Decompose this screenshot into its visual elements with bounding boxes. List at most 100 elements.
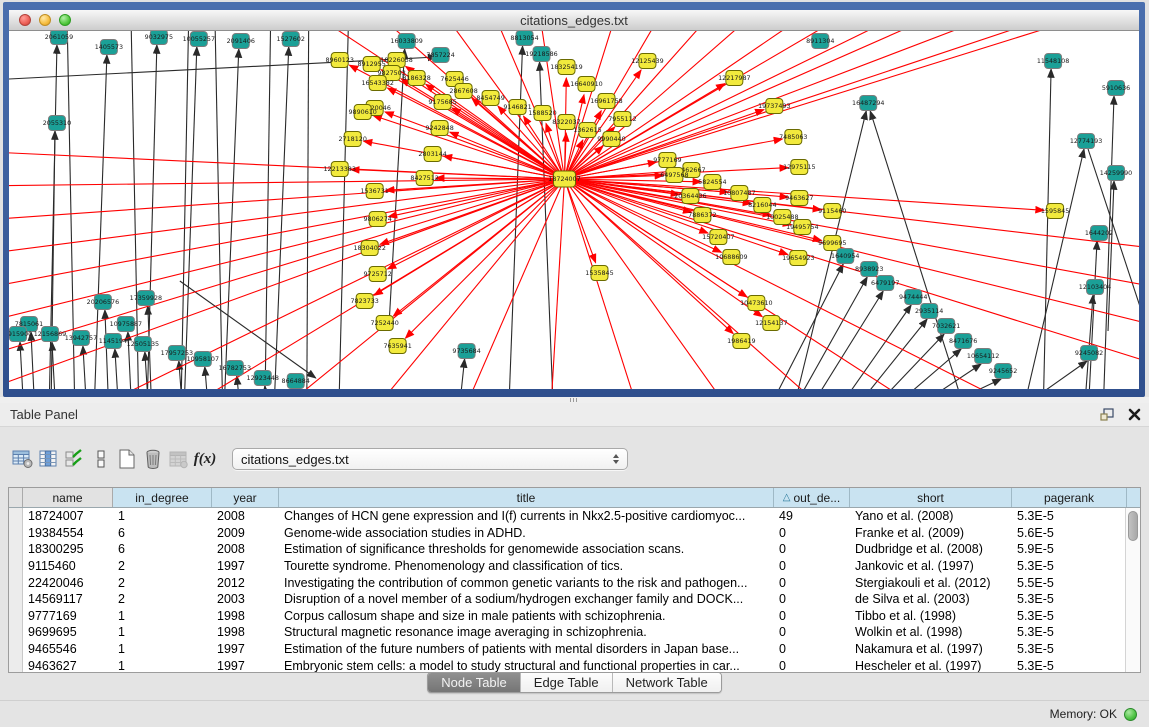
cell-year[interactable]: 2009: [212, 525, 279, 542]
cell-short[interactable]: Stergiakouli et al. (2012): [850, 574, 1012, 591]
column-header-short[interactable]: short: [850, 488, 1012, 507]
cell-name[interactable]: 22420046: [23, 574, 113, 591]
cell-out_de...[interactable]: 0: [774, 608, 850, 625]
show-columns-icon[interactable]: [36, 447, 62, 471]
cell-pagerank[interactable]: 5.3E-5: [1012, 641, 1125, 658]
row-gutter[interactable]: [9, 657, 23, 673]
table-row[interactable]: 1830029562008Estimation of significance …: [9, 541, 1125, 558]
cell-short[interactable]: Nakamura et al. (1997): [850, 641, 1012, 658]
cell-name[interactable]: 19384554: [23, 525, 113, 542]
cell-pagerank[interactable]: 5.3E-5: [1012, 608, 1125, 625]
cell-in_degree[interactable]: 1: [113, 508, 212, 525]
column-header-out_de...[interactable]: △out_de...: [774, 488, 850, 507]
cell-out_de...[interactable]: 0: [774, 657, 850, 673]
cell-out_de...[interactable]: 0: [774, 591, 850, 608]
cell-short[interactable]: Dudbridge et al. (2008): [850, 541, 1012, 558]
cell-pagerank[interactable]: 5.6E-5: [1012, 525, 1125, 542]
cell-year[interactable]: 1997: [212, 641, 279, 658]
cell-name[interactable]: 9699695: [23, 624, 113, 641]
cell-in_degree[interactable]: 1: [113, 608, 212, 625]
cell-pagerank[interactable]: 5.3E-5: [1012, 624, 1125, 641]
cell-year[interactable]: 1997: [212, 657, 279, 673]
cell-short[interactable]: Jankovic et al. (1997): [850, 558, 1012, 575]
column-header-pagerank[interactable]: pagerank: [1012, 488, 1127, 507]
cell-in_degree[interactable]: 6: [113, 541, 212, 558]
row-gutter[interactable]: [9, 574, 23, 591]
cell-year[interactable]: 2008: [212, 508, 279, 525]
table-row[interactable]: 2242004622012Investigating the contribut…: [9, 574, 1125, 591]
table-row[interactable]: 946554611997Estimation of the future num…: [9, 641, 1125, 658]
table-row[interactable]: 946362711997Embryonic stem cells: a mode…: [9, 657, 1125, 673]
table-selector-dropdown[interactable]: citations_edges.txt: [232, 448, 628, 470]
cell-pagerank[interactable]: 5.9E-5: [1012, 541, 1125, 558]
cell-pagerank[interactable]: 5.5E-5: [1012, 574, 1125, 591]
cell-in_degree[interactable]: 2: [113, 591, 212, 608]
network-window[interactable]: citations_edges.txt 18724007896012389129…: [3, 2, 1145, 397]
row-gutter[interactable]: [9, 591, 23, 608]
cell-title[interactable]: Disruption of a novel member of a sodium…: [279, 591, 774, 608]
cell-pagerank[interactable]: 5.3E-5: [1012, 558, 1125, 575]
cell-title[interactable]: Tourette syndrome. Phenomenology and cla…: [279, 558, 774, 575]
cell-short[interactable]: Tibbo et al. (1998): [850, 608, 1012, 625]
cell-name[interactable]: 18724007: [23, 508, 113, 525]
column-header-title[interactable]: title: [279, 488, 774, 507]
cell-out_de...[interactable]: 0: [774, 541, 850, 558]
close-panel-icon[interactable]: [1128, 408, 1141, 421]
cell-name[interactable]: 14569117: [23, 591, 113, 608]
cell-short[interactable]: de Silva et al. (2003): [850, 591, 1012, 608]
cell-title[interactable]: Structural magnetic resonance image aver…: [279, 624, 774, 641]
cell-in_degree[interactable]: 6: [113, 525, 212, 542]
cell-name[interactable]: 9115460: [23, 558, 113, 575]
table-row[interactable]: 969969511998Structural magnetic resonanc…: [9, 624, 1125, 641]
cell-title[interactable]: Embryonic stem cells: a model to study s…: [279, 657, 774, 673]
cell-short[interactable]: Franke et al. (2009): [850, 525, 1012, 542]
row-gutter[interactable]: [9, 558, 23, 575]
cell-out_de...[interactable]: 0: [774, 574, 850, 591]
cell-title[interactable]: Changes of HCN gene expression and I(f) …: [279, 508, 774, 525]
cell-out_de...[interactable]: 0: [774, 525, 850, 542]
row-gutter[interactable]: [9, 608, 23, 625]
cell-out_de...[interactable]: 0: [774, 641, 850, 658]
cell-year[interactable]: 2003: [212, 591, 279, 608]
row-gutter[interactable]: [9, 641, 23, 658]
tab-network-table[interactable]: Network Table: [613, 673, 721, 692]
cell-year[interactable]: 2012: [212, 574, 279, 591]
create-column-icon[interactable]: [114, 447, 140, 471]
table-vertical-scrollbar[interactable]: [1125, 508, 1140, 673]
cell-out_de...[interactable]: 0: [774, 558, 850, 575]
cell-in_degree[interactable]: 1: [113, 657, 212, 673]
cell-pagerank[interactable]: 5.3E-5: [1012, 657, 1125, 673]
cell-year[interactable]: 2008: [212, 541, 279, 558]
select-columns-icon[interactable]: [62, 447, 88, 471]
float-panel-icon[interactable]: [1100, 408, 1116, 422]
tab-node-table[interactable]: Node Table: [428, 673, 521, 692]
column-header-in_degree[interactable]: in_degree: [113, 488, 212, 507]
cell-pagerank[interactable]: 5.3E-5: [1012, 591, 1125, 608]
cell-pagerank[interactable]: 5.3E-5: [1012, 508, 1125, 525]
cell-in_degree[interactable]: 1: [113, 624, 212, 641]
table-row[interactable]: 977716911998Corpus callosum shape and si…: [9, 608, 1125, 625]
scrollbar-thumb[interactable]: [1128, 511, 1138, 541]
cell-title[interactable]: Corpus callosum shape and size in male p…: [279, 608, 774, 625]
row-gutter[interactable]: [9, 541, 23, 558]
delete-column-icon[interactable]: [140, 447, 166, 471]
table-mode-icon[interactable]: [10, 447, 36, 471]
table-row[interactable]: 1456911722003Disruption of a novel membe…: [9, 591, 1125, 608]
cell-name[interactable]: 9465546: [23, 641, 113, 658]
cell-short[interactable]: Wolkin et al. (1998): [850, 624, 1012, 641]
cell-in_degree[interactable]: 2: [113, 558, 212, 575]
network-window-titlebar[interactable]: citations_edges.txt: [9, 10, 1139, 31]
table-row[interactable]: 1938455462009Genome-wide association stu…: [9, 525, 1125, 542]
cell-title[interactable]: Estimation of significance thresholds fo…: [279, 541, 774, 558]
cell-name[interactable]: 18300295: [23, 541, 113, 558]
column-header-name[interactable]: name: [23, 488, 113, 507]
import-table-icon[interactable]: [166, 447, 192, 471]
cell-year[interactable]: 1997: [212, 558, 279, 575]
table-row[interactable]: 911546021997Tourette syndrome. Phenomeno…: [9, 558, 1125, 575]
splitter-grip-icon[interactable]: [570, 398, 579, 402]
row-gutter[interactable]: [9, 624, 23, 641]
table-row[interactable]: 1872400712008Changes of HCN gene express…: [9, 508, 1125, 525]
cell-in_degree[interactable]: 1: [113, 641, 212, 658]
cell-out_de...[interactable]: 49: [774, 508, 850, 525]
function-builder-icon[interactable]: f(x): [192, 447, 218, 471]
